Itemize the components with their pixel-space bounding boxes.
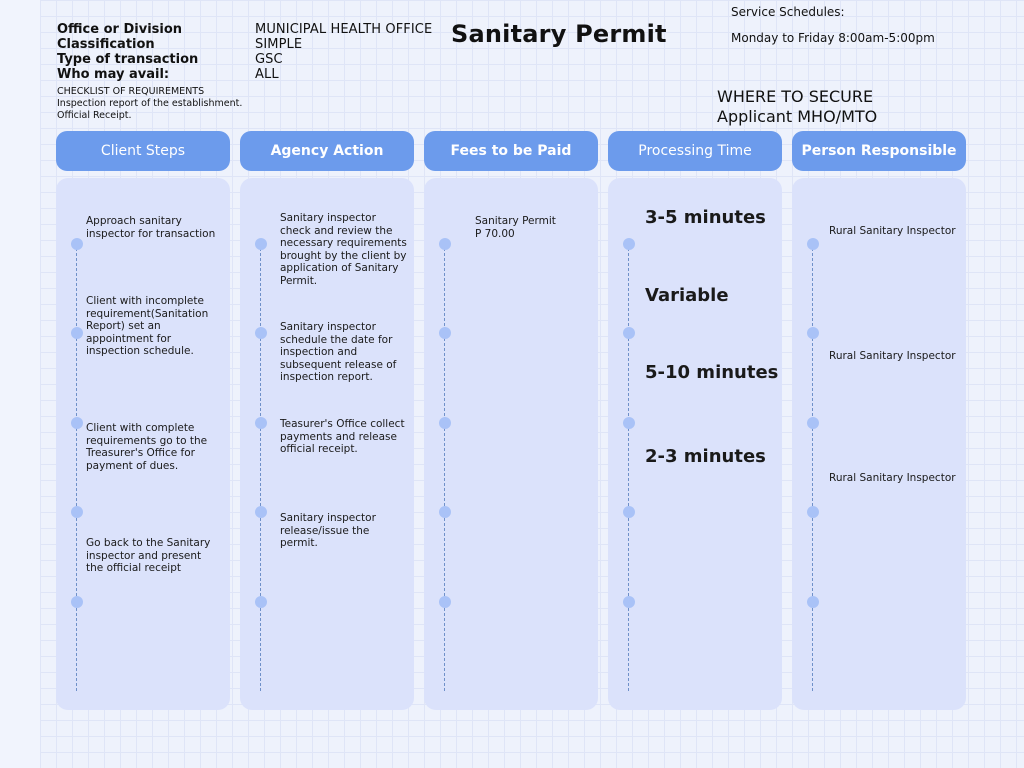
column-header-agency-action: Agency Action <box>240 131 414 171</box>
processing-time: Variable <box>645 285 729 306</box>
timeline-dot <box>255 238 267 250</box>
office-value: MUNICIPAL HEALTH OFFICE <box>255 22 433 37</box>
service-schedule-label: Service Schedules: <box>731 5 845 19</box>
timeline-track <box>260 243 261 691</box>
column-header-processing-time: Processing Time <box>608 131 782 171</box>
timeline-dot <box>439 506 451 518</box>
timeline-dot <box>807 506 819 518</box>
timeline-dot <box>255 596 267 608</box>
client-step: Client with incomplete requirement(Sanit… <box>86 295 209 357</box>
timeline-dot <box>71 596 83 608</box>
timeline-dot <box>71 506 83 518</box>
person-responsible: Rural Sanitary Inspector <box>829 472 956 484</box>
person-responsible: Rural Sanitary Inspector <box>829 350 956 362</box>
timeline-dot <box>807 417 819 429</box>
agency-action: Sanitary inspector schedule the date for… <box>280 321 397 383</box>
timeline-track <box>444 243 445 691</box>
timeline-track <box>812 243 813 691</box>
who-may-avail-label: Who may avail: <box>57 67 170 82</box>
checklist-item: Official Receipt. <box>57 110 132 121</box>
client-step: Go back to the Sanitary inspector and pr… <box>86 537 211 574</box>
timeline-dot <box>807 238 819 250</box>
column-header-fees: Fees to be Paid <box>424 131 598 171</box>
person-responsible-column <box>792 178 966 710</box>
transaction-type-label: Type of transaction <box>57 52 199 67</box>
agency-action: Teasurer's Office collect payments and r… <box>280 418 405 455</box>
classification-value: SIMPLE <box>255 37 303 52</box>
timeline-dot <box>439 327 451 339</box>
timeline-dot <box>71 327 83 339</box>
timeline-dot <box>439 417 451 429</box>
person-responsible: Rural Sanitary Inspector <box>829 225 956 237</box>
timeline-dot <box>255 506 267 518</box>
timeline-dot <box>807 327 819 339</box>
timeline-dot <box>71 417 83 429</box>
fee-amount: P 70.00 <box>475 228 515 240</box>
service-schedule-hours: Monday to Friday 8:00am-5:00pm <box>731 31 935 45</box>
client-step: Approach sanitary inspector for transact… <box>86 215 216 240</box>
timeline-dot <box>439 238 451 250</box>
timeline-dot <box>623 417 635 429</box>
timeline-dot <box>623 506 635 518</box>
where-to-secure-heading: WHERE TO SECURE <box>717 87 874 106</box>
fees-column <box>424 178 598 710</box>
where-to-secure-value: Applicant MHO/MTO <box>717 107 878 126</box>
timeline-track <box>628 243 629 691</box>
timeline-dot <box>623 238 635 250</box>
timeline-dot <box>255 327 267 339</box>
client-step: Client with complete requirements go to … <box>86 422 208 472</box>
timeline-dot <box>439 596 451 608</box>
timeline-track <box>76 243 77 691</box>
checklist-heading: CHECKLIST OF REQUIREMENTS <box>57 86 205 97</box>
processing-time: 2-3 minutes <box>645 446 766 467</box>
timeline-dot <box>71 238 83 250</box>
timeline-dot <box>807 596 819 608</box>
timeline-dot <box>255 417 267 429</box>
agency-action: Sanitary inspector check and review the … <box>280 212 407 287</box>
who-may-avail-value: ALL <box>255 67 279 82</box>
processing-time: 3-5 minutes <box>645 207 766 228</box>
timeline-dot <box>623 327 635 339</box>
agency-action: Sanitary inspector release/issue the per… <box>280 512 376 549</box>
timeline-dot <box>623 596 635 608</box>
checklist-item: Inspection report of the establishment. <box>57 98 243 109</box>
column-header-client-steps: Client Steps <box>56 131 230 171</box>
page-title: Sanitary Permit <box>451 20 667 48</box>
classification-label: Classification <box>57 37 155 52</box>
office-label: Office or Division <box>57 22 183 37</box>
transaction-type-value: GSC <box>255 52 283 67</box>
processing-time-column <box>608 178 782 710</box>
processing-time: 5-10 minutes <box>645 362 779 383</box>
fee-name: Sanitary Permit <box>475 215 556 227</box>
column-header-person-responsible: Person Responsible <box>792 131 966 171</box>
